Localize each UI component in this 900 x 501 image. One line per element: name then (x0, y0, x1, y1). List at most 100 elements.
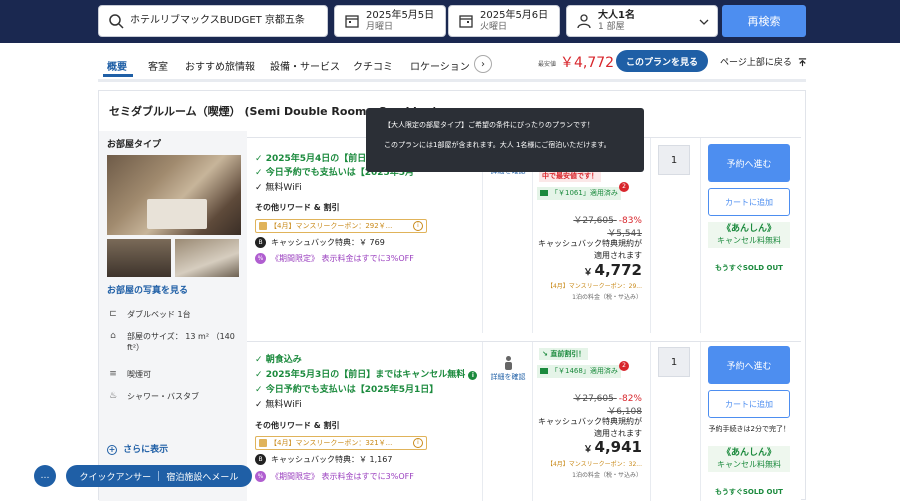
room-type-label: お部屋タイプ (107, 140, 162, 150)
room-size-icon: ⌂ (110, 331, 116, 341)
plan-2-reserve-button[interactable]: 予約へ進む (708, 346, 790, 384)
tab-rooms[interactable]: 客室 (148, 58, 168, 73)
smoking-icon: ≡ (109, 369, 117, 379)
plan-2-feature: ✓ 朝食込み (255, 355, 302, 365)
quick-answer-button[interactable]: クイックアンサー (80, 470, 152, 483)
plan-2-coupon-applied: 「￥1468」適用済み (537, 365, 621, 378)
room-photos-link[interactable]: お部屋の写真を見る (107, 283, 188, 296)
active-tab-indicator (103, 74, 133, 77)
plan-1-coupon[interactable]: 【4月】マンスリークーポン：292￥... i (255, 219, 427, 233)
plan-2-promo: % 《期間限定》 表示料金はすでに3%OFF (255, 471, 414, 482)
show-more-link[interactable]: + さらに表示 (107, 442, 168, 455)
amenity-smoking-text: 喫煙可 (127, 370, 151, 379)
plan-2-final-price: ￥ 4,941 (583, 438, 642, 456)
plan-2-coupon-text: 【4月】マンスリークーポン：321￥... (270, 439, 393, 447)
guests-rooms: 1 部屋 (598, 21, 625, 32)
tab-location[interactable]: ロケーション (410, 58, 470, 73)
promo-icon: % (255, 471, 266, 482)
checkin-date: 2025年5月5日 (366, 9, 435, 21)
plan-2-detail-col: 詳細を確認 (483, 342, 533, 501)
plan-2-ansin-title: 《あんしん》 (721, 448, 776, 458)
coupon-icon (259, 222, 267, 230)
plan-2-ansin-sub: キャンセル料無料 (717, 460, 781, 469)
coupon-icon (259, 439, 267, 447)
plan-1-reserve-button[interactable]: 予約へ進む (708, 144, 790, 182)
plan-1-ansin-title: 《あんしん》 (721, 224, 776, 234)
tab-overview[interactable]: 概要 (107, 58, 127, 73)
guests-selector[interactable]: 大人1名 1 部屋 (566, 5, 718, 37)
plan-2-qty-select[interactable]: 1 (658, 347, 690, 377)
cashback-icon: B (255, 237, 266, 248)
tab-scroll-next-icon[interactable]: › (474, 55, 492, 73)
quick-answer-bar: クイックアンサー 宿泊施設へメール (66, 465, 252, 487)
cashback-icon: B (255, 454, 266, 465)
amenity-bed: ⊏ ダブルベッド 1台 (107, 309, 191, 320)
plan-tooltip: 【大人限定の部屋タイプ】ご希望の条件にぴったりのプランです！ このプランには1部… (366, 108, 644, 172)
calendar-icon (459, 15, 473, 28)
hotel-search-input[interactable]: ホテルリブマックスBUDGET 京都五条 (98, 5, 328, 37)
checkin-day: 月曜日 (366, 21, 394, 32)
room-photo-thumb-1[interactable] (107, 239, 171, 277)
plan-1-qty-col: 1 (651, 138, 701, 333)
message-property-button[interactable]: 宿泊施設へメール (166, 470, 238, 483)
arrow-up-icon (798, 58, 806, 67)
plan-1-cashback: B キャッシュバック特典：￥ 769 (255, 237, 385, 248)
room-photo-main[interactable] (107, 155, 241, 235)
back-to-top-link[interactable]: ページ上部に戻る (720, 55, 807, 68)
plan-2-qty-col: 1 (651, 342, 701, 501)
plan-1-promo-text: 《期間限定》 表示料金はすでに3%OFF (271, 254, 414, 263)
info-icon[interactable]: i (468, 371, 478, 380)
calendar-icon (345, 15, 359, 28)
plan-1-final-price: ￥ 4,772 (583, 261, 642, 279)
plan-row-2: ✓ 朝食込み ✓ 2025年5月3日の【前日】まではキャンセル無料 i ✓ 今日… (247, 341, 801, 501)
checkin-date-field[interactable]: 2025年5月5日 月曜日 (334, 5, 446, 37)
plan-1-tax-note: 1泊の料金（税・サ込み） (572, 294, 642, 301)
plan-2-cart-button[interactable]: カートに追加 (708, 390, 790, 418)
plan-2-cashback-text: キャッシュバック特典：￥ 1,167 (271, 455, 393, 464)
lowest-price-label: 最安値 (538, 61, 557, 68)
research-button[interactable]: 再検索 (722, 5, 806, 37)
plan-2-coupon-note: 【4月】マンスリークーポン：32... (546, 461, 642, 468)
plus-icon: + (107, 445, 117, 455)
plan-1-ansin: 《あんしん》 キャンセル料無料 (708, 222, 790, 248)
room-photo-thumb-2[interactable] (175, 239, 239, 277)
amenity-size: ⌂ 部屋のサイズ： 13 m² （140 ft²） (107, 331, 247, 353)
info-icon[interactable]: i (413, 221, 423, 231)
plan-1-original-price: ￥27,605 -83% (573, 216, 642, 226)
tab-recommended[interactable]: おすすめ旅情報 (185, 58, 255, 73)
bed-illustration (147, 199, 207, 229)
tooltip-line-1: 【大人限定の部屋タイプ】ご希望の条件にぴったりのプランです！ (384, 121, 594, 129)
info-icon[interactable]: i (413, 438, 423, 448)
view-plan-button[interactable]: このプランを見る (616, 50, 708, 72)
plan-2-price-col: ↘ 直前割引！ 「￥1468」適用済み 2 ￥27,605 -82% ￥6,10… (533, 342, 651, 501)
shower-icon: ♨ (108, 391, 118, 401)
ticket-icon (540, 368, 548, 374)
tab-reviews[interactable]: クチコミ (353, 58, 393, 73)
plan-2-feature: ✓ 無料WiFi (255, 400, 302, 410)
plan-1-cashback-text: キャッシュバック特典：￥ 769 (271, 238, 385, 247)
plan-1-feature: ✓ 無料WiFi (255, 183, 302, 193)
plan-2-coupon-count: 2 (619, 361, 629, 371)
divider (158, 471, 160, 481)
plan-1-coupon-count: 2 (619, 182, 629, 192)
tooltip-line-2: このプランには1部屋が含まれます。大人 1名様にご宿泊いただけます。 (384, 141, 611, 149)
checkout-date-field[interactable]: 2025年5月6日 火曜日 (448, 5, 560, 37)
plan-1-qty-select[interactable]: 1 (658, 145, 690, 175)
amenity-size-text: 部屋のサイズ： 13 m² （140 ft²） (127, 332, 235, 352)
lowest-price: ￥4,772 (560, 55, 615, 71)
amenity-bed-text: ダブルベッド 1台 (127, 310, 191, 319)
plan-2-detail-link[interactable]: 詳細を確認 (484, 356, 532, 383)
checkout-day: 火曜日 (480, 21, 508, 32)
plan-1-cart-button[interactable]: カートに追加 (708, 188, 790, 216)
plan-2-promo-text: 《期間限定》 表示料金はすでに3%OFF (271, 472, 414, 481)
chat-icon[interactable]: … (34, 465, 56, 487)
top-search-bar: ホテルリブマックスBUDGET 京都五条 2025年5月5日 月曜日 2025年… (0, 0, 900, 43)
plan-1-coupon-note: 【4月】マンスリークーポン：29... (546, 283, 642, 290)
nav-shadow (98, 79, 806, 82)
plan-2-coupon[interactable]: 【4月】マンスリークーポン：321￥... i (255, 436, 427, 450)
amenity-shower: ♨ シャワー・バスタブ (107, 391, 199, 402)
search-icon (109, 14, 124, 29)
amenity-shower-text: シャワー・バスタブ (127, 392, 199, 401)
amenity-smoking: ≡ 喫煙可 (107, 369, 151, 380)
tab-facilities[interactable]: 設備・サービス (270, 58, 340, 73)
